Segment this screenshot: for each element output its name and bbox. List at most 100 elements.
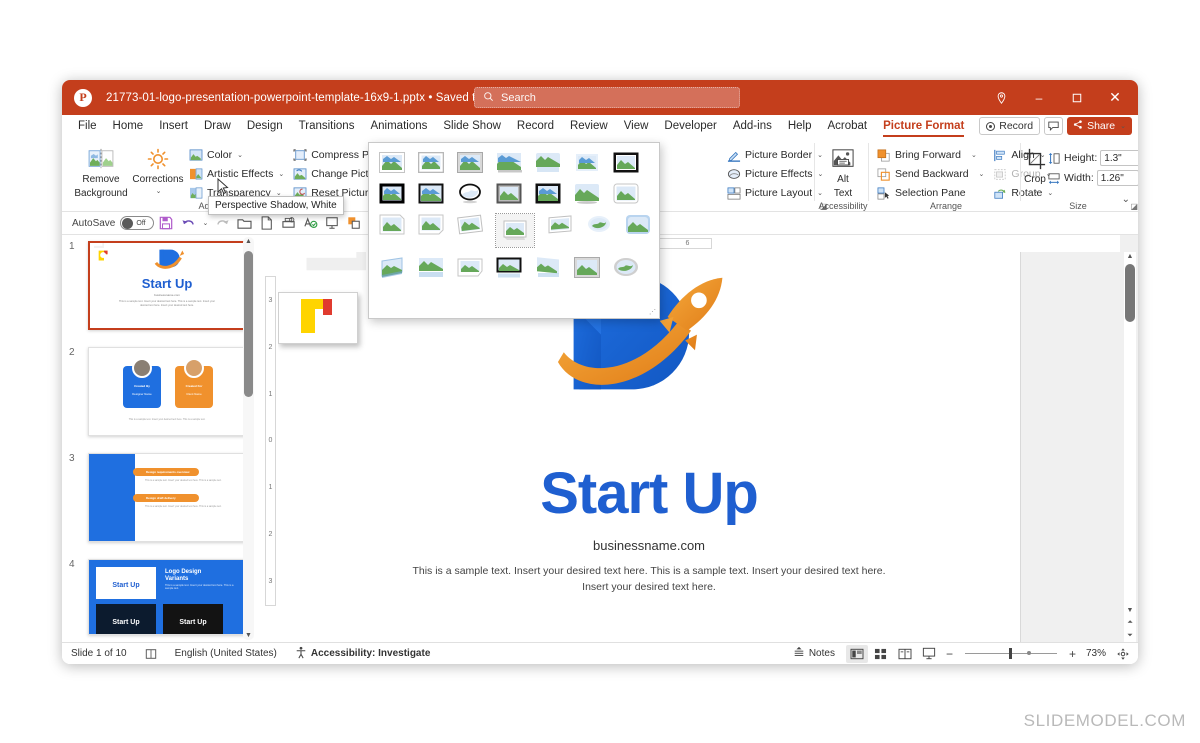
- tab-draw[interactable]: Draw: [196, 115, 239, 138]
- notes-button[interactable]: Notes: [784, 643, 844, 665]
- duplicate-slide-icon[interactable]: [344, 214, 364, 233]
- picture-style-option[interactable]: [457, 214, 483, 235]
- picture-style-option[interactable]: [418, 183, 444, 204]
- slide-count-label[interactable]: Slide 1 of 10: [62, 643, 136, 665]
- picture-style-option[interactable]: [379, 152, 405, 173]
- tab-animations[interactable]: Animations: [362, 115, 435, 138]
- normal-view-icon[interactable]: [845, 644, 868, 663]
- zoom-out-button[interactable]: −: [942, 647, 957, 661]
- close-button[interactable]: ✕: [1096, 80, 1134, 115]
- width-input[interactable]: 1.26": [1096, 170, 1138, 186]
- picture-border-button[interactable]: Picture Border ⌄: [722, 146, 827, 164]
- undo-chevron-down-icon[interactable]: ⌄: [200, 214, 210, 233]
- picture-effects-button[interactable]: Picture Effects ⌄: [722, 165, 827, 183]
- picture-style-option[interactable]: [496, 257, 522, 278]
- picture-style-option[interactable]: [535, 152, 561, 173]
- maximize-button[interactable]: [1058, 80, 1096, 115]
- tab-design[interactable]: Design: [239, 115, 291, 138]
- start-slideshow-icon[interactable]: [322, 214, 342, 233]
- alt-text-button[interactable]: Alt Text: [818, 142, 868, 199]
- picture-style-option[interactable]: [547, 214, 573, 235]
- previous-slide-icon[interactable]: ⏶: [1124, 619, 1136, 627]
- scroll-up-icon[interactable]: ▲: [243, 238, 254, 245]
- reading-view-icon[interactable]: [894, 645, 916, 663]
- notes-indicator-icon[interactable]: [136, 643, 166, 665]
- send-backward-chevron-down-icon[interactable]: ⌄: [979, 170, 985, 178]
- tab-acrobat[interactable]: Acrobat: [820, 115, 876, 138]
- new-file-icon[interactable]: [256, 214, 276, 233]
- thumbnail-slide-1[interactable]: LOGO Start Up businessname.com This is a…: [69, 241, 246, 330]
- picture-style-option[interactable]: [457, 183, 483, 204]
- picture-style-option[interactable]: [586, 214, 612, 235]
- thumbnail-slide-3[interactable]: Design requirements overview Design draf…: [69, 453, 246, 542]
- send-backward-button[interactable]: Send Backward ⌄: [872, 165, 988, 183]
- thumbnail-slide-2[interactable]: Created By Created For Designer Name Cli…: [69, 347, 246, 436]
- corrections-chevron-down-icon[interactable]: ⌄: [156, 188, 162, 196]
- autosave-toggle[interactable]: Off: [120, 216, 155, 230]
- comments-icon[interactable]: [1044, 117, 1064, 135]
- color-button[interactable]: Color ⌄: [184, 146, 288, 164]
- picture-style-option[interactable]: [379, 257, 405, 278]
- tab-view[interactable]: View: [616, 115, 657, 138]
- next-slide-icon[interactable]: ⏷: [1124, 632, 1136, 640]
- zoom-slider[interactable]: [964, 648, 1057, 659]
- picture-style-option[interactable]: [574, 183, 600, 204]
- save-icon[interactable]: [156, 214, 176, 233]
- crop-chevron-down-icon[interactable]: ⌄: [1033, 188, 1039, 196]
- scroll-up-icon[interactable]: ▲: [1124, 253, 1136, 260]
- share-button[interactable]: Share ⌄: [1067, 117, 1132, 135]
- thumbnail-pane-scrollbar[interactable]: ▲ ▼: [243, 237, 254, 640]
- tab-record[interactable]: Record: [509, 115, 562, 138]
- editor-vertical-scrollbar[interactable]: ▲ ▼ ⏶ ⏷: [1124, 252, 1136, 642]
- picture-styles-gallery-popup[interactable]: ⋰: [368, 142, 660, 319]
- open-file-icon[interactable]: [234, 214, 254, 233]
- slide-body-text[interactable]: This is a sample text. Insert your desir…: [398, 564, 900, 596]
- picture-style-option[interactable]: [613, 152, 639, 173]
- search-input[interactable]: Search: [474, 87, 740, 108]
- artistic-effects-button[interactable]: Artistic Effects ⌄: [184, 165, 288, 183]
- picture-layout-button[interactable]: Picture Layout ⌄: [722, 184, 827, 202]
- slide-thumbnail-frame[interactable]: Logo Design Variants This is a sample te…: [88, 559, 246, 635]
- slide-sorter-icon[interactable]: [870, 645, 892, 663]
- tab-review[interactable]: Review: [562, 115, 616, 138]
- ribbon-collapse-chevron-icon[interactable]: ⌄: [1122, 194, 1130, 205]
- picture-style-option[interactable]: [496, 152, 522, 173]
- picture-style-option[interactable]: [418, 257, 444, 278]
- picture-style-option[interactable]: [613, 257, 639, 278]
- accessibility-status[interactable]: Accessibility: Investigate: [286, 643, 440, 665]
- scrollbar-thumb[interactable]: [244, 251, 253, 397]
- tab-add-ins[interactable]: Add-ins: [725, 115, 780, 138]
- picture-style-option[interactable]: [535, 183, 561, 204]
- print-preview-icon[interactable]: [278, 214, 298, 233]
- zoom-slider-handle[interactable]: [1008, 648, 1012, 659]
- picture-style-option[interactable]: [457, 257, 483, 278]
- tab-developer[interactable]: Developer: [656, 115, 724, 138]
- tab-help[interactable]: Help: [780, 115, 820, 138]
- tab-slide-show[interactable]: Slide Show: [435, 115, 509, 138]
- picture-style-option[interactable]: [418, 214, 444, 235]
- undo-icon[interactable]: [178, 214, 198, 233]
- help-location-icon[interactable]: [982, 80, 1020, 115]
- spelling-check-icon[interactable]: [300, 214, 320, 233]
- bring-forward-chevron-down-icon[interactable]: ⌄: [971, 151, 977, 159]
- record-button[interactable]: Record: [979, 117, 1041, 135]
- scroll-down-icon[interactable]: ▼: [1124, 607, 1136, 614]
- scroll-down-icon[interactable]: ▼: [243, 632, 254, 639]
- picture-style-option[interactable]: [625, 214, 651, 235]
- tab-picture-format[interactable]: Picture Format: [875, 115, 972, 138]
- tab-transitions[interactable]: Transitions: [291, 115, 363, 138]
- picture-style-option[interactable]: [613, 183, 639, 204]
- picture-style-option[interactable]: [535, 257, 561, 278]
- slide-thumbnail-frame[interactable]: Created By Created For Designer Name Cli…: [88, 347, 246, 436]
- selection-pane-button[interactable]: Selection Pane: [872, 184, 988, 202]
- scrollbar-thumb[interactable]: [1125, 264, 1135, 322]
- picture-style-option[interactable]: [574, 257, 600, 278]
- picture-style-option[interactable]: [496, 183, 522, 204]
- tab-home[interactable]: Home: [105, 115, 152, 138]
- slide-website[interactable]: businessname.com: [278, 538, 1020, 553]
- zoom-level-label[interactable]: 73%: [1082, 648, 1110, 659]
- slide-title[interactable]: Start Up: [278, 460, 1020, 527]
- size-dialog-launcher[interactable]: ◪: [1130, 202, 1138, 211]
- slide-thumbnail-frame[interactable]: Design requirements overview Design draf…: [88, 453, 246, 542]
- thumbnail-slide-4[interactable]: Logo Design Variants This is a sample te…: [69, 559, 246, 635]
